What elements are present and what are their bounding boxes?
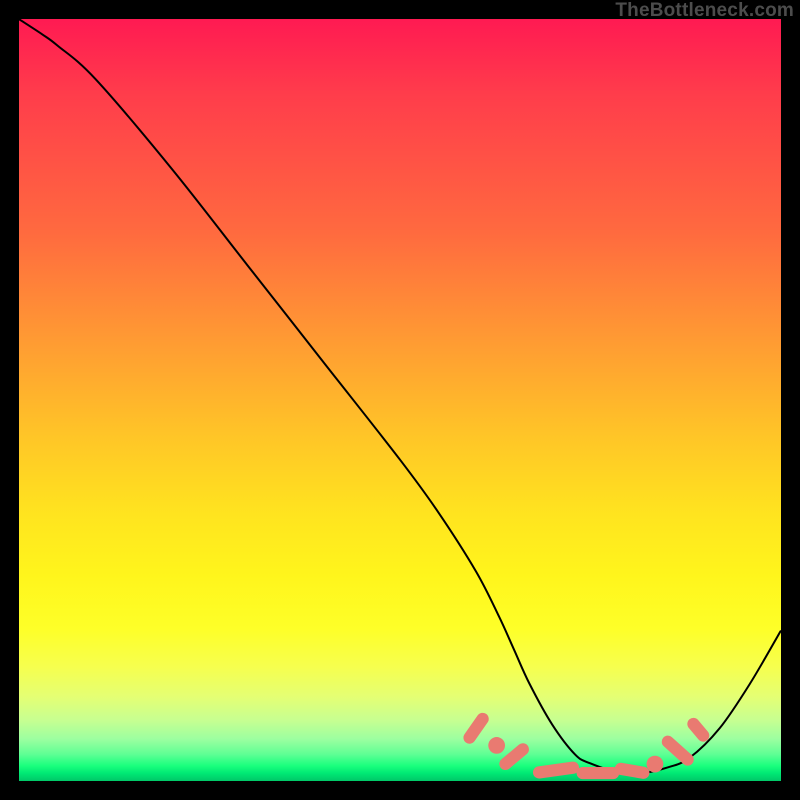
chart-container: TheBottleneck.com	[0, 0, 800, 800]
watermark-text: TheBottleneck.com	[615, 0, 794, 22]
chart-gradient-background	[19, 19, 781, 781]
